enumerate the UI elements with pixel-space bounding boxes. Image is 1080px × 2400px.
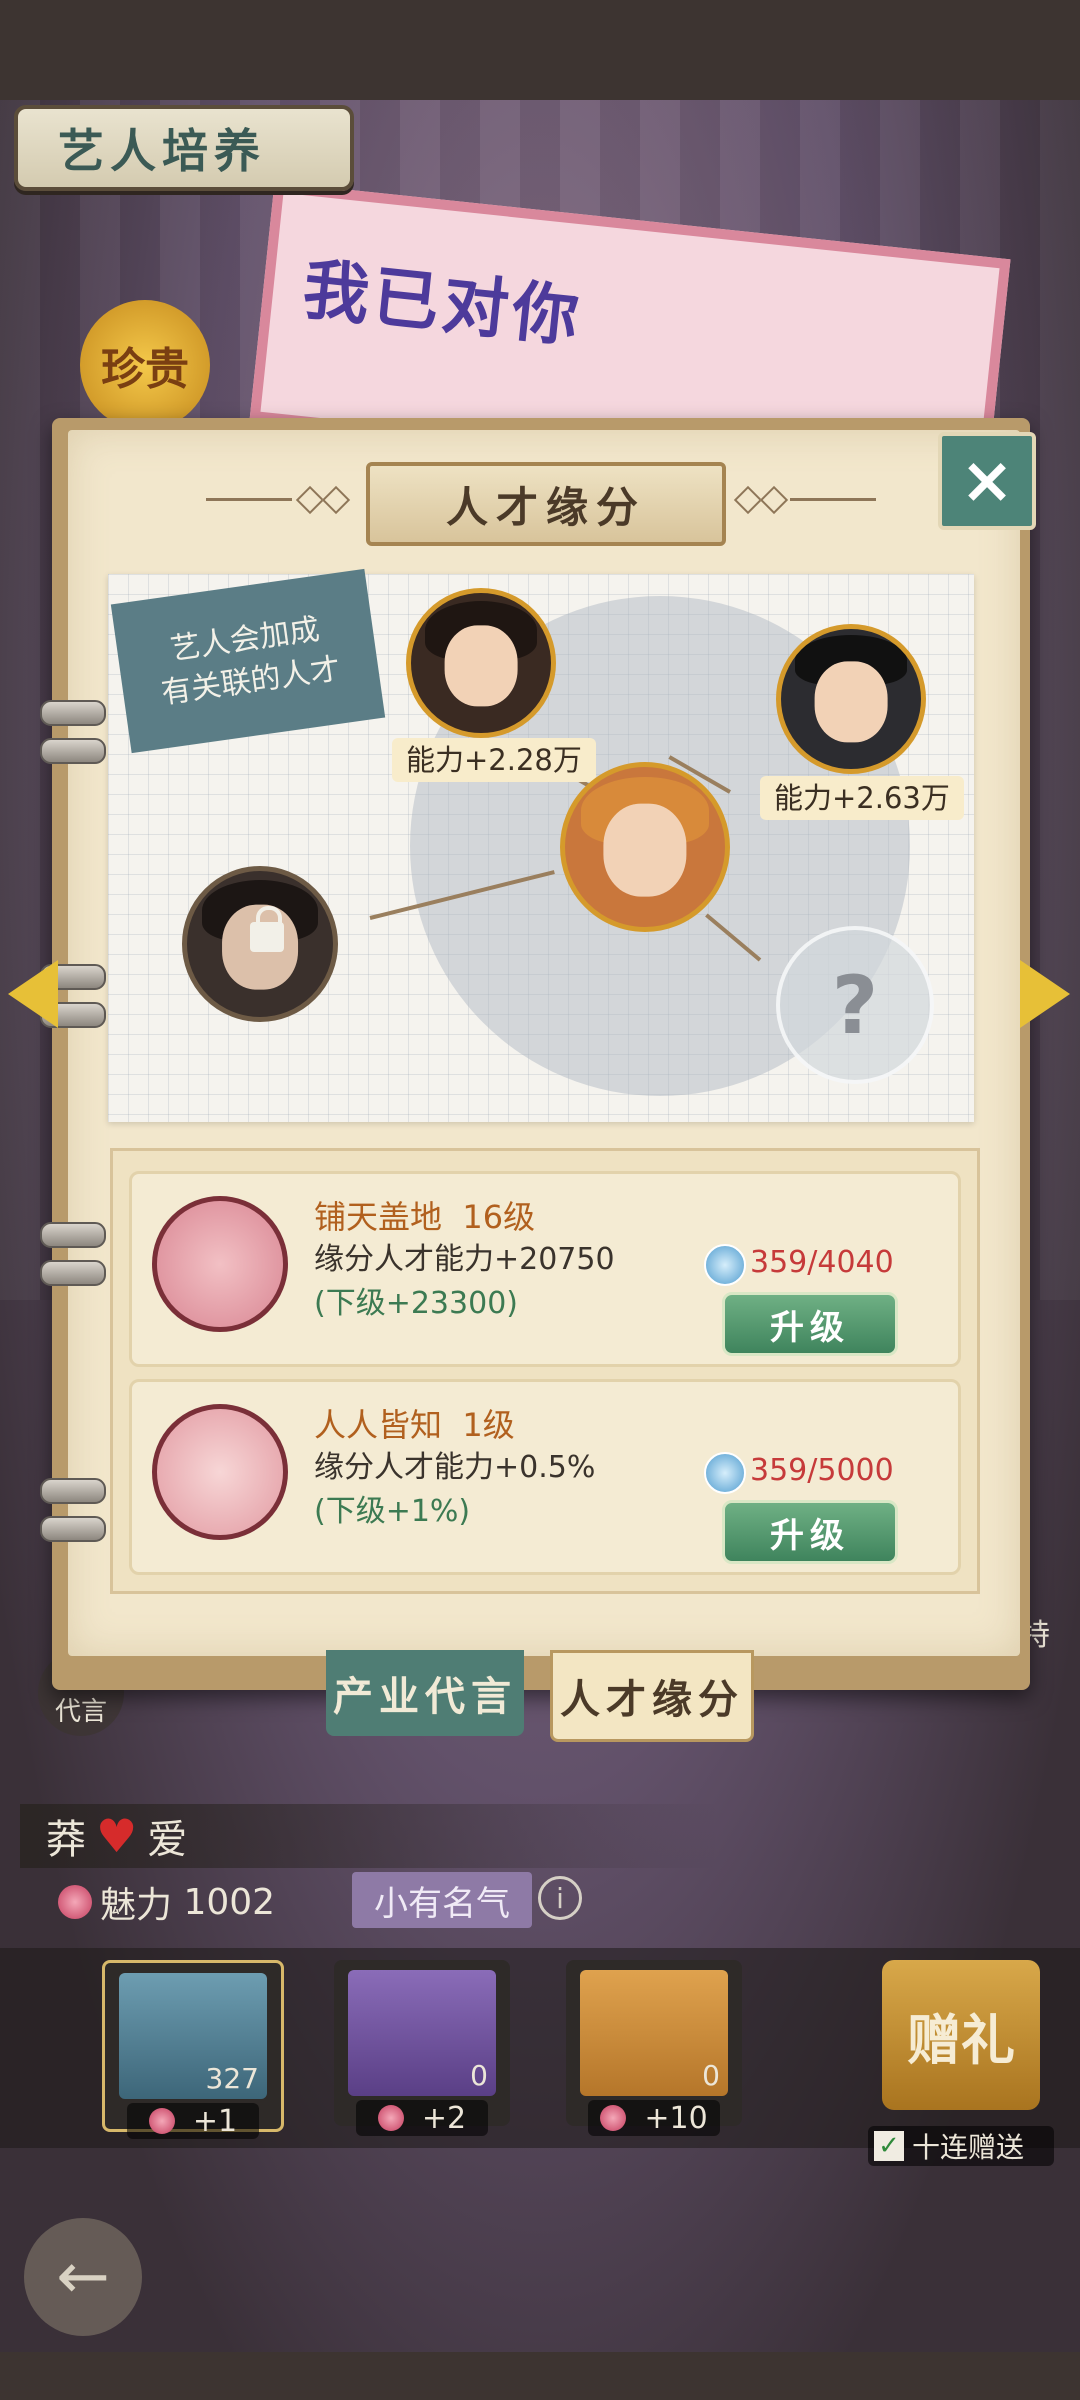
skill-level: 1级 — [462, 1406, 515, 1444]
skill-level: 16级 — [462, 1198, 536, 1236]
currency-icon — [704, 1244, 746, 1286]
gift-charm-value: +10 — [644, 2100, 708, 2136]
upgrade-button[interactable]: 升级 — [722, 1500, 898, 1564]
gift-charm-value: +2 — [421, 2100, 467, 2136]
tab-industry-endorse[interactable]: 产业代言 — [326, 1650, 524, 1736]
binder-ring — [40, 700, 106, 726]
skill-cost: 359/4040 — [750, 1245, 894, 1280]
give-gift-button[interactable]: 赠礼 — [882, 1960, 1040, 2110]
sparkle-skill-icon — [152, 1196, 288, 1332]
fame-badge: 小有名气 — [352, 1872, 532, 1928]
info-icon[interactable]: i — [538, 1876, 582, 1920]
skill-name: 铺天盖地 — [314, 1198, 443, 1236]
bottom-bar — [0, 2352, 1080, 2400]
avatar-face — [814, 661, 888, 743]
fame-skill-icon — [152, 1404, 288, 1540]
skill-title: 人人皆知 1级 — [314, 1400, 515, 1446]
binder-ring — [40, 1260, 106, 1286]
gift-slot[interactable]: 0 +2 — [334, 1960, 510, 2136]
rare-badge: 珍贵 — [80, 300, 210, 430]
back-arrow-icon: ← — [56, 2240, 110, 2314]
gift-slot[interactable]: 0 +10 — [566, 1960, 742, 2136]
upgrade-button[interactable]: 升级 — [722, 1292, 898, 1356]
skill-list: 铺天盖地 16级 缘分人才能力+20750 (下级+23300) 359/404… — [110, 1148, 980, 1594]
binder-ring — [40, 1222, 106, 1248]
avatar-face — [603, 803, 687, 897]
panel-title: 人才缘分 — [366, 462, 726, 546]
center-artist-avatar[interactable] — [560, 762, 730, 932]
page-title: 艺人培养 — [14, 105, 354, 191]
back-button[interactable]: ← — [24, 2218, 142, 2336]
poster-text: 我已对你 — [299, 250, 587, 357]
charm-value: 1002 — [183, 1881, 276, 1923]
tab-talent-bond[interactable]: 人才缘分 — [550, 1650, 754, 1742]
skill-row: 人人皆知 1级 缘分人才能力+0.5% (下级+1%) 359/5000 升级 — [129, 1379, 961, 1575]
gift-charm-bonus: +1 — [127, 2103, 259, 2139]
power-tag-right: 能力+2.63万 — [760, 776, 964, 820]
gift-count: 327 — [205, 2062, 259, 2095]
checkbox-checked-icon: ✓ — [874, 2131, 904, 2161]
gift-charm-bonus: +10 — [588, 2100, 720, 2136]
close-icon: × — [960, 444, 1014, 518]
gift-charm-value: +1 — [192, 2103, 238, 2139]
rose-icon — [600, 2105, 627, 2131]
gift-count: 0 — [702, 2059, 720, 2092]
binder-ring — [40, 738, 106, 764]
skill-next-level: (下级+1%) — [314, 1494, 471, 1529]
ten-gift-toggle[interactable]: ✓ 十连赠送 — [868, 2126, 1054, 2166]
avatar-face — [444, 625, 518, 707]
prev-page-arrow-icon[interactable] — [8, 960, 58, 1028]
question-mark-icon: ? — [831, 958, 879, 1052]
top-bar — [0, 0, 1080, 100]
talent-avatar-hat[interactable] — [776, 624, 926, 774]
skill-row: 铺天盖地 16级 缘分人才能力+20750 (下级+23300) 359/404… — [129, 1171, 961, 1367]
skill-effect: 缘分人才能力+20750 — [314, 1242, 615, 1277]
gift-charm-bonus: +2 — [356, 2100, 488, 2136]
skill-next-level: (下级+23300) — [314, 1286, 518, 1321]
skill-title: 铺天盖地 16级 — [314, 1192, 535, 1238]
header-ornament-line — [206, 498, 292, 501]
next-page-arrow-icon[interactable] — [1020, 960, 1070, 1028]
skill-effect: 缘分人才能力+0.5% — [314, 1450, 596, 1485]
power-tag-top: 能力+2.28万 — [392, 738, 596, 782]
tin-box-gift-icon: 0 — [580, 1970, 728, 2096]
ten-gift-label: 十连赠送 — [912, 2131, 1025, 2164]
rose-icon — [377, 2105, 404, 2131]
rose-icon — [148, 2108, 175, 2134]
skill-cost: 359/5000 — [750, 1453, 894, 1488]
currency-icon — [704, 1452, 746, 1494]
unknown-talent-slot[interactable]: ? — [776, 926, 934, 1084]
talent-avatar-glasses[interactable] — [406, 588, 556, 738]
header-ornament-line — [790, 498, 876, 501]
artist-name-line: 莽 ♥ 爱 — [20, 1804, 720, 1868]
charm-label: 魅力 — [100, 1885, 173, 1926]
heart-icon: ♥ — [96, 1809, 138, 1863]
close-button[interactable]: × — [938, 432, 1036, 530]
compact-gift-icon: 0 — [348, 1970, 496, 2096]
gift-slot[interactable]: 327 +1 — [102, 1960, 284, 2139]
binder-ring — [40, 1516, 106, 1542]
artist-name-left: 莽 — [46, 1817, 86, 1863]
gift-count: 0 — [470, 2059, 488, 2092]
skill-name: 人人皆知 — [314, 1406, 443, 1444]
rose-icon — [58, 1885, 92, 1919]
lock-icon — [250, 906, 284, 952]
artist-name-right: 爱 — [147, 1817, 188, 1863]
binder-ring — [40, 1478, 106, 1504]
endorse-side-label: 代言 — [54, 1697, 107, 1727]
cream-jar-gift-icon: 327 — [119, 1973, 267, 2099]
